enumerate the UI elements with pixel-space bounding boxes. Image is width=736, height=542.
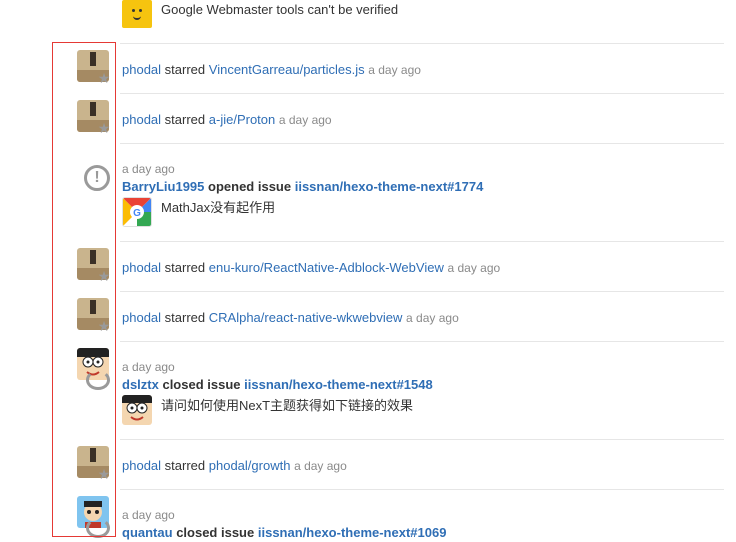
activity-feed: Google Webmaster tools can't be verified… [0, 0, 736, 541]
avatar-highlight-box [52, 42, 116, 537]
timestamp: a day ago [122, 162, 175, 176]
repo-link[interactable]: VincentGarreau/particles.js [209, 62, 365, 77]
activity-line: phodal starred CRAlpha/react-native-wkwe… [122, 309, 459, 327]
divider [120, 241, 724, 242]
timestamp: a day ago [278, 113, 332, 127]
action-text: starred [164, 310, 206, 325]
issue-detail-text: Google Webmaster tools can't be verified [161, 2, 399, 17]
action-text: closed issue [162, 377, 241, 392]
divider [120, 143, 724, 144]
user-link[interactable]: BarryLiu1995 [122, 179, 204, 194]
timestamp: a day ago [368, 63, 421, 77]
action-text: starred [164, 62, 206, 77]
repo-link[interactable]: enu-kuro/ReactNative-Adblock-WebView [209, 260, 444, 275]
divider [120, 93, 724, 94]
action-text: closed issue [176, 525, 255, 540]
divider [120, 439, 724, 440]
svg-text:G: G [133, 208, 141, 219]
avatar[interactable] [122, 395, 152, 425]
user-link[interactable]: phodal [122, 62, 161, 77]
user-link[interactable]: phodal [122, 458, 161, 473]
issue-link[interactable]: iissnan/hexo-theme-next#1774 [295, 179, 484, 194]
repo-link[interactable]: a-jie/Proton [209, 112, 275, 127]
user-link[interactable]: phodal [122, 260, 161, 275]
issue-detail-text: 请问如何使用NexT主题获得如下链接的效果 [161, 398, 414, 413]
user-link[interactable]: phodal [122, 112, 161, 127]
action-text: starred [164, 458, 206, 473]
timestamp: a day ago [122, 508, 175, 522]
user-link[interactable]: quantau [122, 525, 173, 540]
timestamp: a day ago [294, 459, 347, 473]
divider [120, 341, 724, 342]
divider [120, 43, 724, 44]
emoji-face-icon [122, 0, 152, 28]
activity-line: phodal starred VincentGarreau/particles.… [122, 61, 421, 79]
timestamp: a day ago [406, 311, 459, 325]
user-link[interactable]: phodal [122, 310, 161, 325]
activity-line: BarryLiu1995 opened issue iissnan/hexo-t… [122, 178, 483, 196]
user-link[interactable]: dslztx [122, 377, 159, 392]
divider [120, 489, 724, 490]
activity-line: phodal starred phodal/growth a day ago [122, 457, 347, 475]
activity-line: quantau closed issue iissnan/hexo-theme-… [122, 524, 446, 542]
activity-line: dslztx closed issue iissnan/hexo-theme-n… [122, 376, 433, 394]
repo-link[interactable]: CRAlpha/react-native-wkwebview [209, 310, 403, 325]
avatar[interactable]: G [122, 197, 152, 227]
action-text: starred [164, 112, 206, 127]
repo-link[interactable]: phodal/growth [209, 458, 291, 473]
issue-link[interactable]: iissnan/hexo-theme-next#1548 [244, 377, 433, 392]
timestamp: a day ago [122, 360, 175, 374]
issue-link[interactable]: iissnan/hexo-theme-next#1069 [258, 525, 447, 540]
divider [120, 291, 724, 292]
action-text: opened issue [208, 179, 292, 194]
activity-line: phodal starred enu-kuro/ReactNative-Adbl… [122, 259, 500, 277]
issue-detail-text: MathJax没有起作用 [161, 200, 276, 215]
timestamp: a day ago [447, 261, 501, 275]
action-text: starred [164, 260, 206, 275]
activity-line: phodal starred a-jie/Proton a day ago [122, 111, 332, 129]
